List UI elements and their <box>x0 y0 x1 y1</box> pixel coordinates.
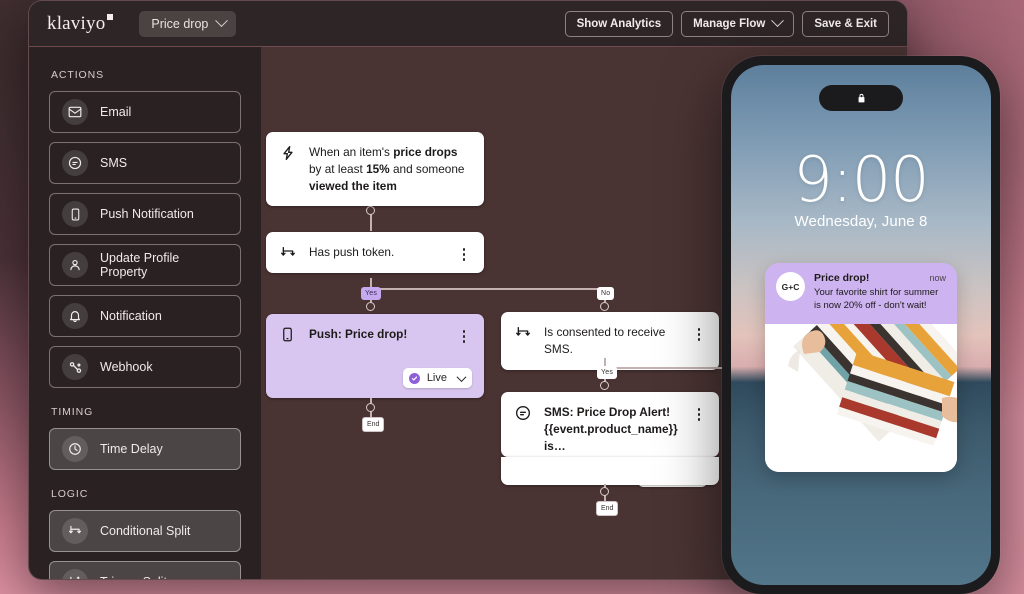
kebab-icon[interactable] <box>458 248 470 261</box>
lockscreen-date: Wednesday, June 8 <box>794 213 928 230</box>
show-analytics-label: Show Analytics <box>576 17 662 30</box>
sidebar-item-sms[interactable]: SMS <box>49 142 241 184</box>
split-label: Is consented to receive SMS. <box>544 325 666 356</box>
kebab-icon[interactable] <box>458 330 470 343</box>
sidebar-item-label: Conditional Split <box>100 524 191 538</box>
sms-node-footer <box>501 457 719 485</box>
person-icon <box>62 252 88 278</box>
connector-dot <box>366 302 375 311</box>
flow-selector-label: Price drop <box>151 16 209 31</box>
node-conditional-split-sms-consent[interactable]: Is consented to receive SMS. <box>501 312 719 370</box>
webhook-icon <box>62 354 88 380</box>
end-badge: End <box>362 417 385 432</box>
manage-flow-label: Manage Flow <box>693 17 766 30</box>
topbar-actions: Show Analytics Manage Flow Save & Exit <box>564 10 889 37</box>
connector-dot <box>600 487 609 496</box>
sidebar-group-actions-title: ACTIONS <box>51 69 104 81</box>
node-trigger[interactable]: When an item's price drops by at least 1… <box>266 132 484 207</box>
sidebar-item-trigger-split[interactable]: Trigger Split <box>49 561 241 579</box>
chevron-down-icon <box>215 14 229 28</box>
logo-mark-icon <box>107 13 114 20</box>
node-conditional-split-push-token[interactable]: Has push token. <box>266 232 484 273</box>
avatar: G+C <box>776 272 805 301</box>
connector-dot <box>366 403 375 412</box>
check-circle-icon <box>408 372 420 384</box>
edge-label-yes-2: Yes <box>597 366 618 379</box>
kebab-icon[interactable] <box>693 328 705 341</box>
striped-shirt-photo <box>765 323 957 472</box>
klaviyo-logo[interactable]: klaviyo <box>47 12 114 35</box>
split-icon <box>280 245 298 261</box>
trigger-split-icon <box>62 569 88 579</box>
split-icon <box>515 325 533 341</box>
sidebar-item-label: Email <box>100 105 132 119</box>
split-label: Has push token. <box>309 245 395 259</box>
sidebar-item-email[interactable]: Email <box>49 91 241 133</box>
trigger-description: When an item's price drops by at least 1… <box>309 145 465 193</box>
sidebar-group-timing-title: TIMING <box>51 406 94 418</box>
sidebar-item-label: SMS <box>100 156 128 170</box>
logo-text: klaviyo <box>47 12 106 34</box>
sidebar-item-label: Push Notification <box>100 207 194 221</box>
lightning-icon <box>280 145 298 161</box>
node-sms-message[interactable]: SMS: Price Drop Alert! {{event.product_na… <box>501 392 719 487</box>
screenshot-root: klaviyo Price drop Show Analytics Manage… <box>0 0 1024 594</box>
mobile-icon <box>62 201 88 227</box>
sidebar-item-label: Webhook <box>100 360 153 374</box>
manage-flow-button[interactable]: Manage Flow <box>681 10 795 37</box>
kebab-icon[interactable] <box>693 408 705 421</box>
sidebar-item-update-profile-property[interactable]: Update Profile Property <box>49 244 241 286</box>
connector-line <box>370 288 605 290</box>
sidebar-item-label: Update Profile Property <box>100 251 180 279</box>
notification-timestamp: now <box>929 273 946 283</box>
edge-label-no: No <box>597 287 615 300</box>
sidebar-item-conditional-split[interactable]: Conditional Split <box>49 510 241 552</box>
save-exit-button[interactable]: Save & Exit <box>802 10 889 37</box>
lockscreen-time: 9:00 <box>793 143 929 216</box>
node-push-message[interactable]: Push: Price drop! Live <box>266 314 484 398</box>
sidebar-item-webhook[interactable]: Webhook <box>49 346 241 388</box>
sidebar-item-label: Notification <box>100 309 162 323</box>
notification-message: Your favorite shirt for summer is now 20… <box>814 287 939 311</box>
shirt-illustration <box>765 323 957 472</box>
save-exit-label: Save & Exit <box>814 17 877 30</box>
chevron-down-icon <box>771 14 785 28</box>
sms-node-title: SMS: Price Drop Alert! {{event.product_na… <box>544 405 678 453</box>
phone-mockup: 9:00 Wednesday, June 8 G+C Price drop! n… <box>722 56 1000 594</box>
connector-dot <box>366 206 375 215</box>
show-analytics-button[interactable]: Show Analytics <box>564 10 674 37</box>
sidebar-item-notification[interactable]: Notification <box>49 295 241 337</box>
chat-bubble-icon <box>62 150 88 176</box>
clock-icon <box>62 436 88 462</box>
notification-header: G+C Price drop! now Your favorite shirt … <box>765 263 957 324</box>
notification-title: Price drop! <box>814 272 870 284</box>
notification-title-row: Price drop! now <box>814 272 946 284</box>
component-sidebar: ACTIONS Email SMS Push Notification Upda… <box>29 47 261 579</box>
lock-icon <box>856 93 867 104</box>
connector-dot <box>600 302 609 311</box>
bell-icon <box>62 303 88 329</box>
phone-screen: 9:00 Wednesday, June 8 G+C Price drop! n… <box>731 65 991 585</box>
push-status-dropdown[interactable]: Live <box>402 368 472 388</box>
connector-dot <box>600 381 609 390</box>
push-notification-card[interactable]: G+C Price drop! now Your favorite shirt … <box>765 263 957 472</box>
dynamic-island <box>819 85 903 111</box>
sidebar-item-label: Trigger Split <box>100 575 167 579</box>
envelope-icon <box>62 99 88 125</box>
notification-body: Price drop! now Your favorite shirt for … <box>814 272 946 313</box>
mobile-icon <box>280 327 298 342</box>
push-node-title: Push: Price drop! <box>309 327 408 341</box>
chat-bubble-icon <box>515 405 533 421</box>
app-topbar: klaviyo Price drop Show Analytics Manage… <box>29 1 907 47</box>
split-icon <box>62 518 88 544</box>
push-status-label: Live <box>426 372 447 384</box>
end-badge: End <box>596 501 619 516</box>
sidebar-group-logic-title: LOGIC <box>51 488 89 500</box>
flow-selector[interactable]: Price drop <box>139 10 237 37</box>
sidebar-item-time-delay[interactable]: Time Delay <box>49 428 241 470</box>
edge-label-yes: Yes <box>361 287 382 300</box>
sidebar-item-label: Time Delay <box>100 442 163 456</box>
sidebar-item-push-notification[interactable]: Push Notification <box>49 193 241 235</box>
chevron-down-icon <box>456 371 467 382</box>
